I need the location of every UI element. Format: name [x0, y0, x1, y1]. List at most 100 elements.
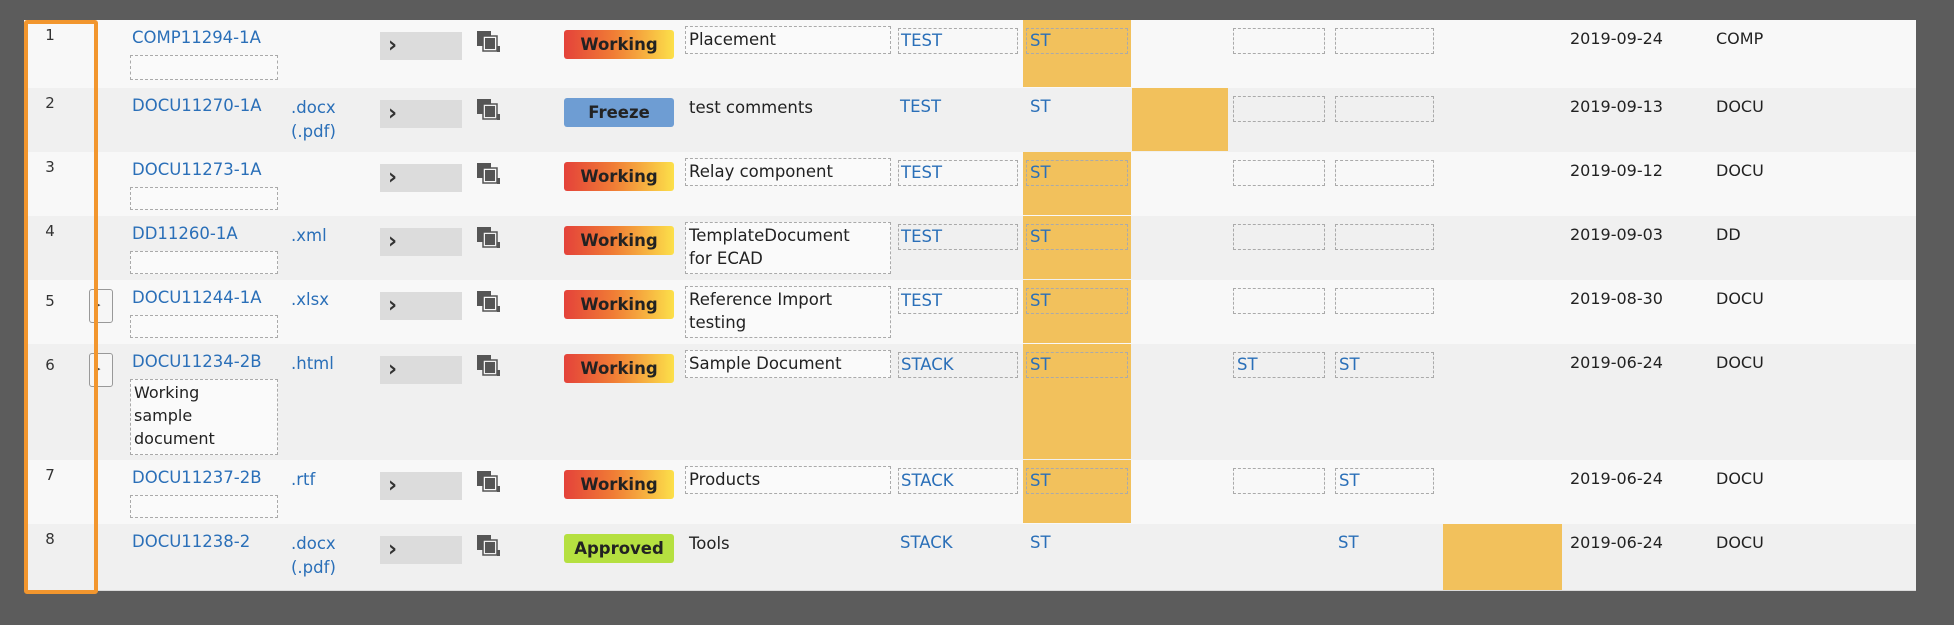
file-extension-link[interactable]: .rtf: [291, 468, 315, 492]
file-extension-link[interactable]: .xml: [291, 224, 327, 248]
file-extension-link[interactable]: .docx (.pdf): [291, 532, 336, 580]
st-field-b[interactable]: [1233, 224, 1325, 250]
table-row[interactable]: 1 COMP11294-1A › Working Placement TEST …: [24, 20, 1916, 89]
st-field-a[interactable]: ST: [1026, 160, 1128, 186]
copy-icon[interactable]: [476, 30, 502, 54]
project-link[interactable]: TEST: [898, 224, 1018, 250]
st-field-a[interactable]: ST: [1026, 28, 1128, 54]
open-button[interactable]: ›: [380, 228, 462, 256]
row-number-column-selection: [24, 20, 98, 594]
copy-icon[interactable]: [476, 162, 502, 186]
st-field-b[interactable]: [1233, 288, 1325, 314]
st-field-b[interactable]: [1233, 468, 1325, 494]
project-link[interactable]: TEST: [898, 288, 1018, 314]
copy-icon[interactable]: [476, 354, 502, 378]
revision-note-field[interactable]: [130, 187, 278, 210]
description-field[interactable]: Relay component: [685, 158, 891, 186]
status-badge[interactable]: Working: [564, 30, 674, 59]
st-field-a[interactable]: ST: [1026, 468, 1128, 494]
description-text: Reference Import: [689, 290, 833, 309]
table-row[interactable]: 6 DOCU11234-2B Working sample document .…: [24, 344, 1916, 461]
status-badge[interactable]: Working: [564, 290, 674, 319]
description-field[interactable]: Placement: [685, 26, 891, 54]
st-field-c[interactable]: [1335, 96, 1434, 122]
open-button[interactable]: ›: [380, 356, 462, 384]
st-field-a[interactable]: ST: [1030, 533, 1051, 552]
project-link[interactable]: STACK: [898, 468, 1018, 494]
date-cell: 2019-06-24: [1570, 353, 1663, 372]
open-button[interactable]: ›: [380, 32, 462, 60]
st-field-b[interactable]: [1233, 28, 1325, 54]
status-badge[interactable]: Freeze: [564, 98, 674, 127]
st-field-c[interactable]: [1335, 160, 1434, 186]
description-text: Tools: [689, 534, 730, 553]
project-link[interactable]: STACK: [900, 533, 953, 552]
project-link[interactable]: STACK: [898, 352, 1018, 378]
project-link[interactable]: TEST: [898, 28, 1018, 54]
st-field-a[interactable]: ST: [1026, 224, 1128, 250]
st-field-c[interactable]: [1335, 288, 1434, 314]
open-button[interactable]: ›: [380, 164, 462, 192]
description-field[interactable]: Sample Document: [685, 350, 891, 378]
status-badge[interactable]: Working: [564, 470, 674, 499]
project-link[interactable]: TEST: [898, 160, 1018, 186]
status-badge[interactable]: Approved: [564, 534, 674, 563]
open-button[interactable]: ›: [380, 536, 462, 564]
date-cell: 2019-09-12: [1570, 161, 1663, 180]
st-field-c[interactable]: ST: [1338, 533, 1359, 552]
st-field-a[interactable]: ST: [1026, 288, 1128, 314]
table-row[interactable]: 5 DOCU11244-1A .xlsx › Working Reference…: [24, 280, 1916, 345]
open-button[interactable]: ›: [380, 292, 462, 320]
copy-icon[interactable]: [476, 226, 502, 250]
document-id-link[interactable]: DOCU11234-2B: [132, 352, 262, 371]
date-cell: 2019-08-30: [1570, 289, 1663, 308]
revision-note-field[interactable]: [130, 55, 278, 80]
revision-note-field[interactable]: [130, 495, 278, 518]
document-id-link[interactable]: DOCU11237-2B: [132, 468, 262, 487]
project-link[interactable]: TEST: [900, 97, 941, 116]
copy-icon[interactable]: [476, 470, 502, 494]
document-id-link[interactable]: COMP11294-1A: [132, 28, 261, 47]
st-field-c[interactable]: ST: [1335, 352, 1434, 378]
table-row[interactable]: 8 DOCU11238-2 .docx (.pdf) › Approved Too…: [24, 524, 1916, 591]
st-field-c[interactable]: [1335, 28, 1434, 54]
open-button[interactable]: ›: [380, 100, 462, 128]
open-button[interactable]: ›: [380, 472, 462, 500]
file-extension-link[interactable]: .docx (.pdf): [291, 96, 336, 144]
table-row[interactable]: 7 DOCU11237-2B .rtf › Working Products S…: [24, 460, 1916, 525]
copy-icon[interactable]: [476, 534, 502, 558]
document-id-link[interactable]: DOCU11273-1A: [132, 160, 262, 179]
document-id-link[interactable]: DOCU11270-1A: [132, 96, 262, 115]
revision-note-field[interactable]: [130, 315, 278, 338]
file-extension-link[interactable]: .html: [291, 352, 334, 376]
revision-note-field[interactable]: [130, 251, 278, 274]
table-row[interactable]: 4 DD11260-1A .xml › Working TemplateDocu…: [24, 216, 1916, 281]
date-cell: 2019-06-24: [1570, 533, 1663, 552]
st-field-b[interactable]: ST: [1233, 352, 1325, 378]
document-id-link[interactable]: DOCU11244-1A: [132, 288, 262, 307]
description-field[interactable]: Reference Import testing: [685, 286, 891, 338]
st-field-c[interactable]: ST: [1335, 468, 1434, 494]
description-text: Sample Document: [689, 354, 842, 373]
revision-note-field[interactable]: Working sample document: [130, 379, 278, 455]
status-badge[interactable]: Working: [564, 226, 674, 255]
table-row[interactable]: 2 DOCU11270-1A .docx (.pdf) › Freeze test…: [24, 88, 1916, 153]
chevron-right-icon: ›: [388, 101, 398, 126]
document-grid: 1 COMP11294-1A › Working Placement TEST …: [24, 20, 1916, 591]
file-extension-link[interactable]: .xlsx: [291, 288, 329, 312]
document-id-link[interactable]: DD11260-1A: [132, 224, 238, 243]
status-badge[interactable]: Working: [564, 354, 674, 383]
chevron-right-icon: ›: [388, 357, 398, 382]
description-field[interactable]: Products: [685, 466, 891, 494]
st-field-b[interactable]: [1233, 96, 1325, 122]
st-field-a[interactable]: ST: [1030, 97, 1051, 116]
copy-icon[interactable]: [476, 98, 502, 122]
st-field-a[interactable]: ST: [1026, 352, 1128, 378]
status-badge[interactable]: Working: [564, 162, 674, 191]
document-id-link[interactable]: DOCU11238-2: [132, 532, 250, 551]
copy-icon[interactable]: [476, 290, 502, 314]
description-field[interactable]: TemplateDocument for ECAD: [685, 222, 891, 274]
st-field-c[interactable]: [1335, 224, 1434, 250]
table-row[interactable]: 3 DOCU11273-1A › Working Relay component…: [24, 152, 1916, 217]
st-field-b[interactable]: [1233, 160, 1325, 186]
